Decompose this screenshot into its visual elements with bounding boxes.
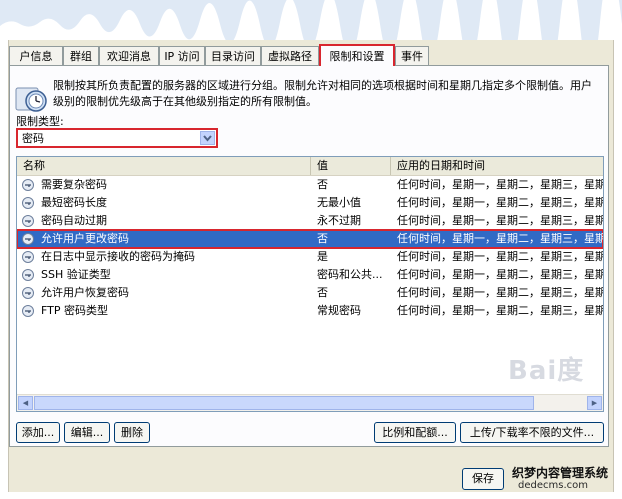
row-schedule: 任何时间，星期一，星期二，星期三，星期四 bbox=[397, 268, 604, 281]
torn-paper-edge bbox=[0, 0, 622, 40]
column-header-schedule[interactable]: 应用的日期和时间 bbox=[391, 157, 603, 175]
row-name: 在日志中显示接收的密码为掩码 bbox=[41, 250, 195, 263]
row-name: 密码自动过期 bbox=[41, 214, 107, 227]
row-name: 需要复杂密码 bbox=[41, 178, 107, 191]
column-header-name[interactable]: 名称 bbox=[17, 157, 311, 175]
description-text: 限制按其所负责配置的服务器的区域进行分组。限制允许对相同的选项根据时间和星期几指… bbox=[53, 79, 592, 108]
scroll-thumb[interactable] bbox=[34, 396, 534, 410]
clock-settings-icon bbox=[15, 87, 47, 112]
list-item[interactable]: 最短密码长度 无最小值 任何时间，星期一，星期二，星期三，星期四 bbox=[17, 194, 603, 212]
key-limit-icon bbox=[22, 233, 34, 245]
column-header-value[interactable]: 值 bbox=[311, 157, 391, 175]
row-name: SSH 验证类型 bbox=[41, 268, 111, 281]
row-value: 否 bbox=[317, 178, 328, 191]
tab-events[interactable]: 事件 bbox=[395, 46, 429, 65]
row-value: 否 bbox=[317, 232, 328, 245]
row-name: 允许用户更改密码 bbox=[41, 232, 129, 245]
key-limit-icon bbox=[22, 269, 34, 281]
key-limit-icon bbox=[22, 215, 34, 227]
list-item[interactable]: 需要复杂密码 否 任何时间，星期一，星期二，星期三，星期四 bbox=[17, 176, 603, 194]
unlimited-files-button[interactable]: 上传/下载率不限的文件... bbox=[460, 422, 604, 443]
ratio-quota-button[interactable]: 比例和配额... bbox=[374, 422, 456, 443]
horizontal-scrollbar[interactable]: ◀ ▶ bbox=[17, 394, 603, 411]
row-value: 是 bbox=[317, 250, 328, 263]
row-value: 无最小值 bbox=[317, 196, 361, 209]
row-name: 最短密码长度 bbox=[41, 196, 107, 209]
row-schedule: 任何时间，星期一，星期二，星期三，星期四 bbox=[397, 196, 604, 209]
tab-groups[interactable]: 群组 bbox=[63, 46, 99, 65]
scroll-left-icon[interactable]: ◀ bbox=[18, 396, 33, 410]
row-schedule: 任何时间，星期一，星期二，星期三，星期四 bbox=[397, 232, 604, 245]
delete-button[interactable]: 删除 bbox=[114, 422, 150, 443]
dropdown-arrow-button[interactable] bbox=[200, 131, 215, 145]
list-item[interactable]: 允许用户更改密码 否 任何时间，星期一，星期二，星期三，星期四 bbox=[17, 229, 604, 249]
tab-ip-access[interactable]: IP 访问 bbox=[159, 46, 205, 65]
add-button[interactable]: 添加... bbox=[16, 422, 60, 443]
row-value: 否 bbox=[317, 286, 328, 299]
limit-type-select[interactable]: 密码 bbox=[16, 128, 218, 148]
edit-button[interactable]: 编辑... bbox=[64, 422, 110, 443]
properties-dialog: 户信息 群组 欢迎消息 IP 访问 目录访问 虚拟路径 限制和设置 事件 限制按… bbox=[8, 40, 614, 492]
row-value: 常规密码 bbox=[317, 304, 361, 317]
key-limit-icon bbox=[22, 179, 34, 191]
tab-panel: 限制按其所负责配置的服务器的区域进行分组。限制允许对相同的选项根据时间和星期几指… bbox=[9, 65, 609, 447]
list-item[interactable]: FTP 密码类型 常规密码 任何时间，星期一，星期二，星期三，星期四 bbox=[17, 302, 603, 320]
key-limit-icon bbox=[22, 287, 34, 299]
key-limit-icon bbox=[22, 251, 34, 263]
list-header: 名称 值 应用的日期和时间 bbox=[17, 157, 603, 176]
limit-type-label: 限制类型: bbox=[16, 115, 64, 128]
baidu-watermark: Bai度 bbox=[508, 356, 585, 386]
tab-directory-access[interactable]: 目录访问 bbox=[205, 46, 261, 65]
chevron-down-icon bbox=[203, 135, 212, 142]
row-name: FTP 密码类型 bbox=[41, 304, 108, 317]
row-value: 密码和公共... bbox=[317, 268, 383, 281]
tab-user-info[interactable]: 户信息 bbox=[9, 46, 63, 65]
site-watermark-title: 织梦内容管理系统 bbox=[512, 464, 609, 481]
tab-virtual-paths[interactable]: 虚拟路径 bbox=[261, 46, 319, 65]
scroll-right-icon[interactable]: ▶ bbox=[587, 396, 602, 410]
list-item[interactable]: 密码自动过期 永不过期 任何时间，星期一，星期二，星期三，星期四 bbox=[17, 212, 603, 230]
save-button[interactable]: 保存 bbox=[462, 468, 504, 490]
row-schedule: 任何时间，星期一，星期二，星期三，星期四 bbox=[397, 304, 604, 317]
tab-welcome-message[interactable]: 欢迎消息 bbox=[99, 46, 159, 65]
site-watermark-url: dedecms.com bbox=[518, 480, 588, 491]
row-schedule: 任何时间，星期一，星期二，星期三，星期四 bbox=[397, 214, 604, 227]
limit-type-value: 密码 bbox=[22, 132, 44, 145]
row-value: 永不过期 bbox=[317, 214, 361, 227]
tab-strip: 户信息 群组 欢迎消息 IP 访问 目录访问 虚拟路径 限制和设置 事件 bbox=[9, 44, 613, 66]
row-schedule: 任何时间，星期一，星期二，星期三，星期四 bbox=[397, 250, 604, 263]
tab-limits-settings[interactable]: 限制和设置 bbox=[319, 44, 395, 66]
key-limit-icon bbox=[22, 197, 34, 209]
list-item[interactable]: 在日志中显示接收的密码为掩码 是 任何时间，星期一，星期二，星期三，星期四 bbox=[17, 248, 603, 266]
list-item[interactable]: 允许用户恢复密码 否 任何时间，星期一，星期二，星期三，星期四 bbox=[17, 284, 603, 302]
row-name: 允许用户恢复密码 bbox=[41, 286, 129, 299]
row-schedule: 任何时间，星期一，星期二，星期三，星期四 bbox=[397, 178, 604, 191]
list-item[interactable]: SSH 验证类型 密码和公共... 任何时间，星期一，星期二，星期三，星期四 bbox=[17, 266, 603, 284]
row-schedule: 任何时间，星期一，星期二，星期三，星期四 bbox=[397, 286, 604, 299]
key-limit-icon bbox=[22, 305, 34, 317]
